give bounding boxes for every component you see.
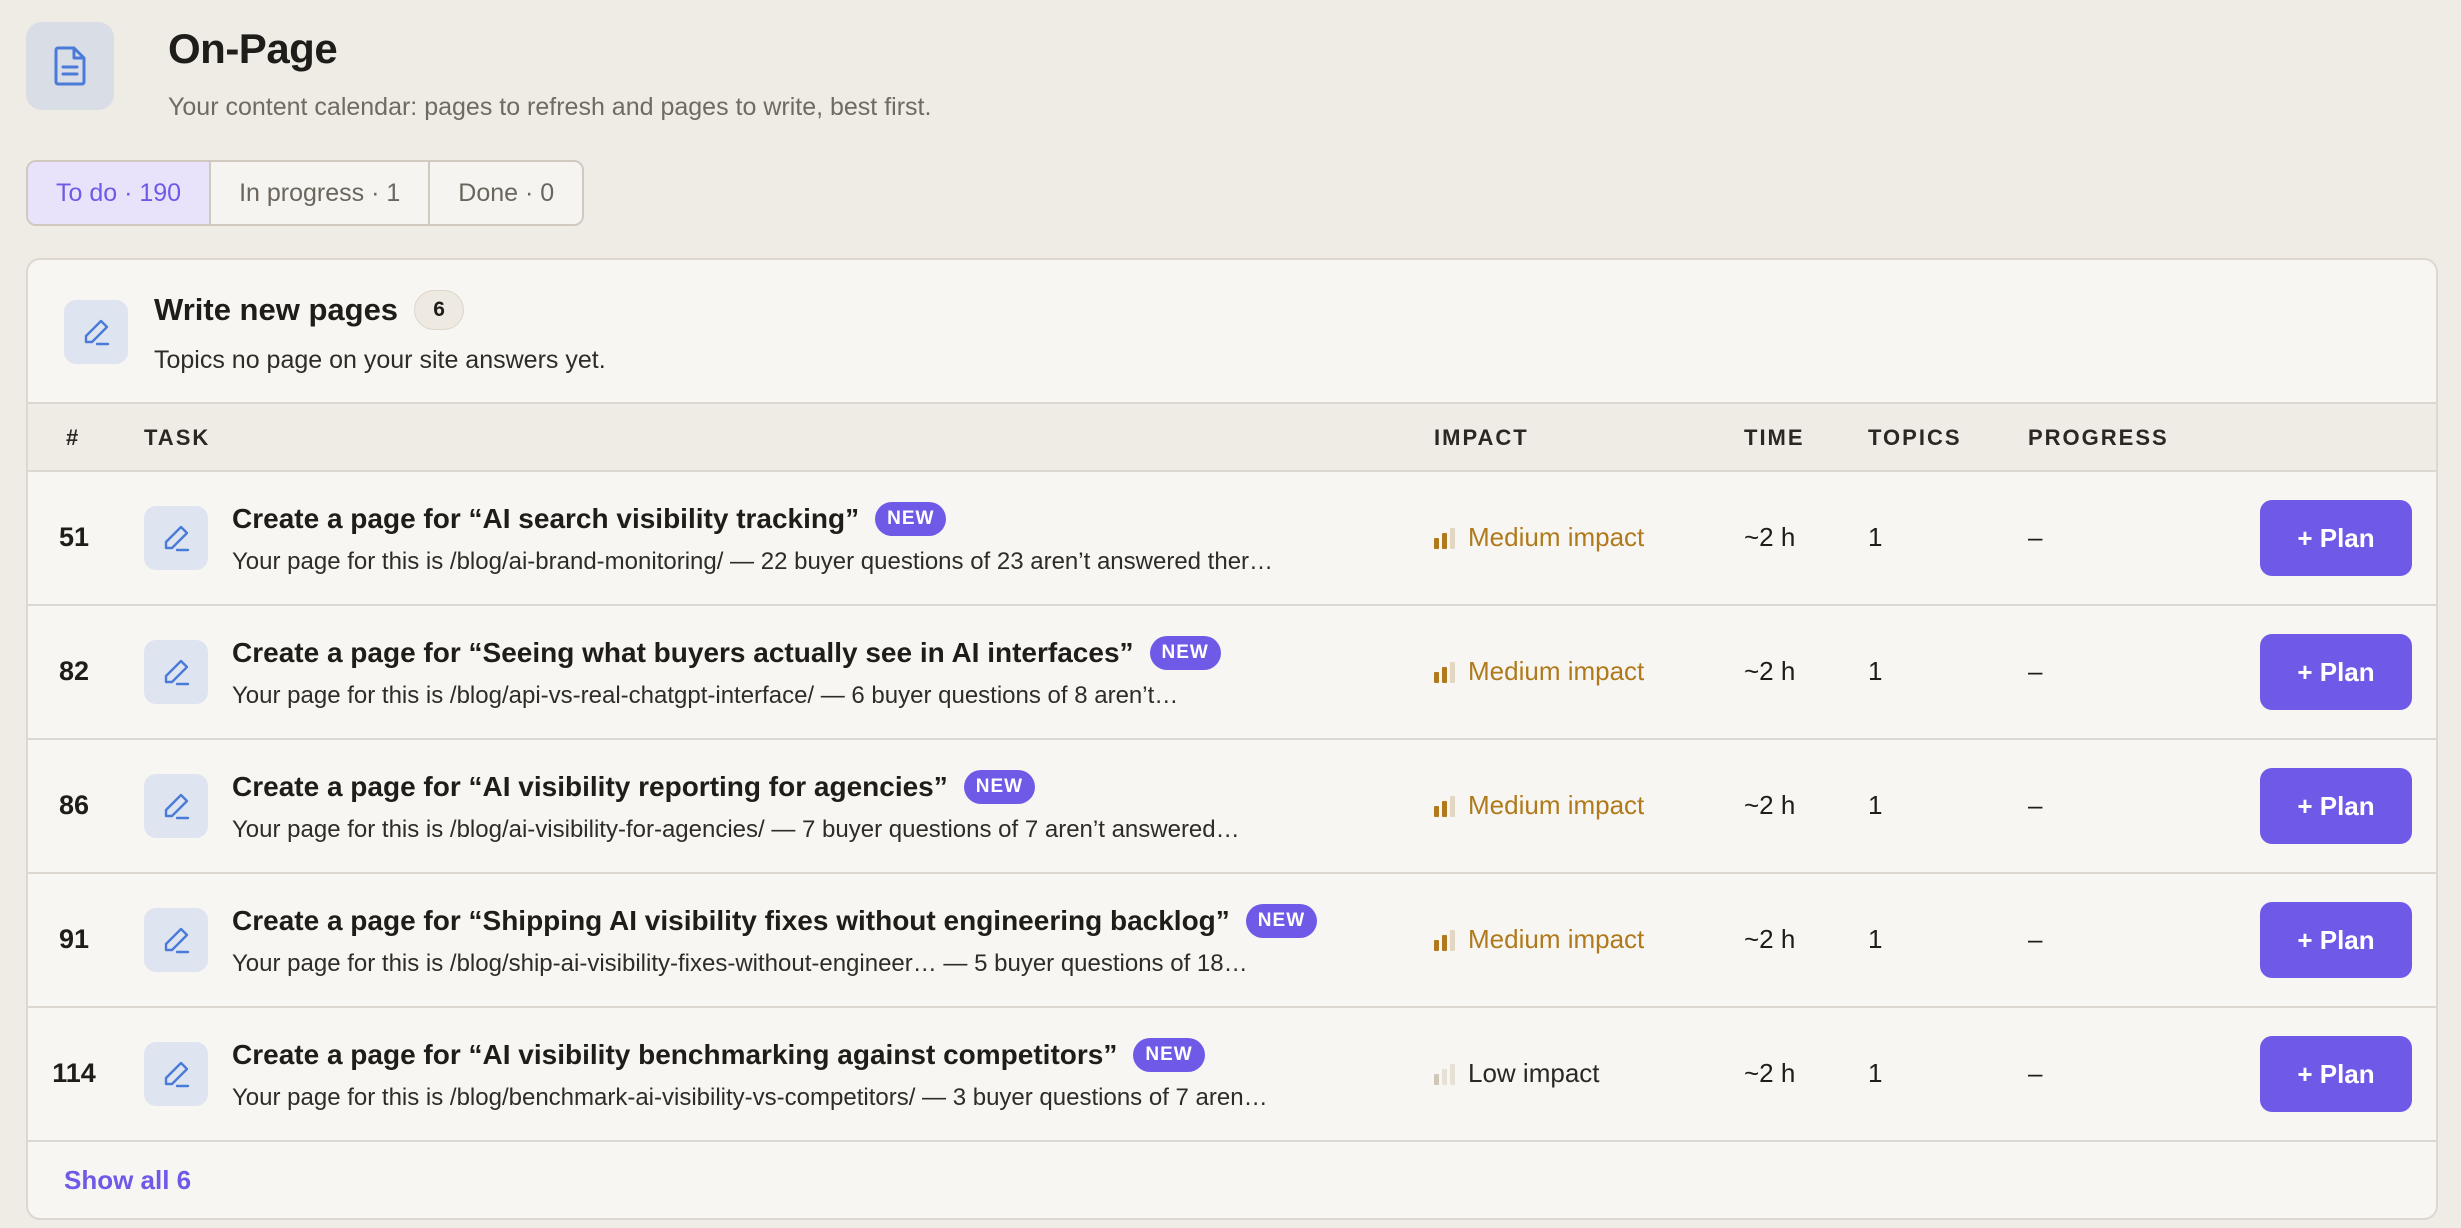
plan-button[interactable]: + Plan bbox=[2260, 768, 2412, 844]
document-icon bbox=[26, 22, 114, 110]
pencil-icon bbox=[64, 300, 128, 364]
row-number: 82 bbox=[58, 656, 90, 686]
topics-count: 1 bbox=[1868, 790, 1883, 820]
task-title-text: Create a page for “Seeing what buyers ac… bbox=[232, 637, 1134, 668]
impact-bars-icon bbox=[1434, 1063, 1458, 1085]
task-title-text: Create a page for “AI visibility benchma… bbox=[232, 1039, 1118, 1070]
table-row[interactable]: 82 Create a page for “Seeing what buyers… bbox=[28, 606, 2436, 740]
column-progress: PROGRESS bbox=[2028, 425, 2169, 450]
new-badge: NEW bbox=[875, 502, 947, 536]
column-number: # bbox=[66, 425, 81, 450]
section-title: Write new pages 6 bbox=[154, 290, 465, 330]
time-estimate: ~2 h bbox=[1744, 1058, 1796, 1088]
impact-indicator: Medium impact bbox=[1434, 790, 1644, 821]
task-title: Create a page for “Shipping AI visibilit… bbox=[232, 904, 1318, 938]
task-description: Your page for this is /blog/benchmark-ai… bbox=[232, 1084, 1268, 1111]
impact-label: Low impact bbox=[1468, 1058, 1600, 1088]
page-header: On-Page Your content calendar: pages to … bbox=[26, 22, 931, 122]
time-estimate: ~2 h bbox=[1744, 924, 1796, 954]
task-description: Your page for this is /blog/api-vs-real-… bbox=[232, 682, 1179, 709]
section-title-text: Write new pages bbox=[154, 292, 399, 327]
topics-count: 1 bbox=[1868, 522, 1883, 552]
table-row[interactable]: 114 Create a page for “AI visibility ben… bbox=[28, 1008, 2436, 1142]
task-title: Create a page for “AI visibility reporti… bbox=[232, 770, 1036, 804]
plan-button[interactable]: + Plan bbox=[2260, 1036, 2412, 1112]
column-impact: IMPACT bbox=[1434, 425, 1529, 450]
task-title-text: Create a page for “AI visibility reporti… bbox=[232, 771, 948, 802]
page-title: On-Page bbox=[168, 25, 338, 72]
show-all-link[interactable]: Show all 6 bbox=[64, 1165, 191, 1196]
progress-value: – bbox=[2028, 924, 2043, 954]
new-badge: NEW bbox=[1245, 904, 1318, 938]
write-new-pages-card: Write new pages 6 Topics no page on your… bbox=[26, 258, 2438, 1220]
impact-indicator: Medium impact bbox=[1434, 924, 1644, 955]
topics-count: 1 bbox=[1868, 1058, 1883, 1088]
pencil-icon bbox=[144, 506, 208, 570]
impact-label: Medium impact bbox=[1468, 656, 1645, 686]
new-badge: NEW bbox=[1133, 1038, 1205, 1072]
impact-label: Medium impact bbox=[1468, 924, 1645, 954]
impact-indicator: Medium impact bbox=[1434, 522, 1644, 553]
task-description: Your page for this is /blog/ship-ai-visi… bbox=[232, 950, 1248, 977]
impact-label: Medium impact bbox=[1468, 522, 1645, 552]
table-row[interactable]: 91 Create a page for “Shipping AI visibi… bbox=[28, 874, 2436, 1008]
section-header: Write new pages 6 Topics no page on your… bbox=[28, 260, 2436, 402]
section-count-badge: 6 bbox=[414, 290, 465, 330]
pencil-icon bbox=[144, 908, 208, 972]
progress-value: – bbox=[2028, 522, 2043, 552]
table-header: # TASK IMPACT TIME TOPICS PROGRESS bbox=[28, 402, 2436, 472]
new-badge: NEW bbox=[1149, 636, 1221, 670]
pencil-icon bbox=[144, 774, 208, 838]
column-topics: TOPICS bbox=[1868, 425, 1962, 450]
time-estimate: ~2 h bbox=[1744, 656, 1796, 686]
pencil-icon bbox=[144, 640, 208, 704]
impact-bars-icon bbox=[1434, 661, 1458, 683]
progress-value: – bbox=[2028, 656, 2043, 686]
page-subtitle: Your content calendar: pages to refresh … bbox=[168, 93, 932, 121]
task-description: Your page for this is /blog/ai-brand-mon… bbox=[232, 548, 1274, 575]
progress-value: – bbox=[2028, 1058, 2043, 1088]
time-estimate: ~2 h bbox=[1744, 790, 1796, 820]
time-estimate: ~2 h bbox=[1744, 522, 1796, 552]
status-tabs: To do · 190 In progress · 1 Done · 0 bbox=[26, 160, 585, 226]
column-task: TASK bbox=[144, 425, 211, 450]
plan-button[interactable]: + Plan bbox=[2260, 902, 2412, 978]
impact-bars-icon bbox=[1434, 527, 1458, 549]
topics-count: 1 bbox=[1868, 924, 1883, 954]
task-description: Your page for this is /blog/ai-visibilit… bbox=[232, 816, 1240, 843]
task-title: Create a page for “AI search visibility … bbox=[232, 502, 947, 536]
tab-to-do[interactable]: To do · 190 bbox=[28, 162, 212, 224]
topics-count: 1 bbox=[1868, 656, 1883, 686]
plan-button[interactable]: + Plan bbox=[2260, 634, 2412, 710]
tab-in-progress[interactable]: In progress · 1 bbox=[211, 162, 431, 224]
task-title: Create a page for “Seeing what buyers ac… bbox=[232, 636, 1221, 670]
section-subtitle: Topics no page on your site answers yet. bbox=[154, 346, 606, 374]
task-title-text: Create a page for “Shipping AI visibilit… bbox=[232, 905, 1230, 936]
plan-button[interactable]: + Plan bbox=[2260, 500, 2412, 576]
row-number: 114 bbox=[52, 1058, 96, 1088]
pencil-icon bbox=[144, 1042, 208, 1106]
table-row[interactable]: 51 Create a page for “AI search visibili… bbox=[28, 472, 2436, 606]
impact-bars-icon bbox=[1434, 795, 1458, 817]
row-number: 51 bbox=[58, 522, 90, 552]
row-number: 91 bbox=[58, 924, 90, 954]
new-badge: NEW bbox=[963, 770, 1036, 804]
impact-indicator: Medium impact bbox=[1434, 656, 1644, 687]
progress-value: – bbox=[2028, 790, 2043, 820]
impact-label: Medium impact bbox=[1468, 790, 1645, 820]
impact-indicator: Low impact bbox=[1434, 1058, 1600, 1089]
impact-bars-icon bbox=[1434, 929, 1458, 951]
tab-done[interactable]: Done · 0 bbox=[430, 162, 582, 224]
row-number: 86 bbox=[58, 790, 90, 820]
task-title: Create a page for “AI visibility benchma… bbox=[232, 1038, 1205, 1072]
table-row[interactable]: 86 Create a page for “AI visibility repo… bbox=[28, 740, 2436, 874]
column-time: TIME bbox=[1744, 425, 1805, 450]
task-title-text: Create a page for “AI search visibility … bbox=[232, 503, 860, 534]
